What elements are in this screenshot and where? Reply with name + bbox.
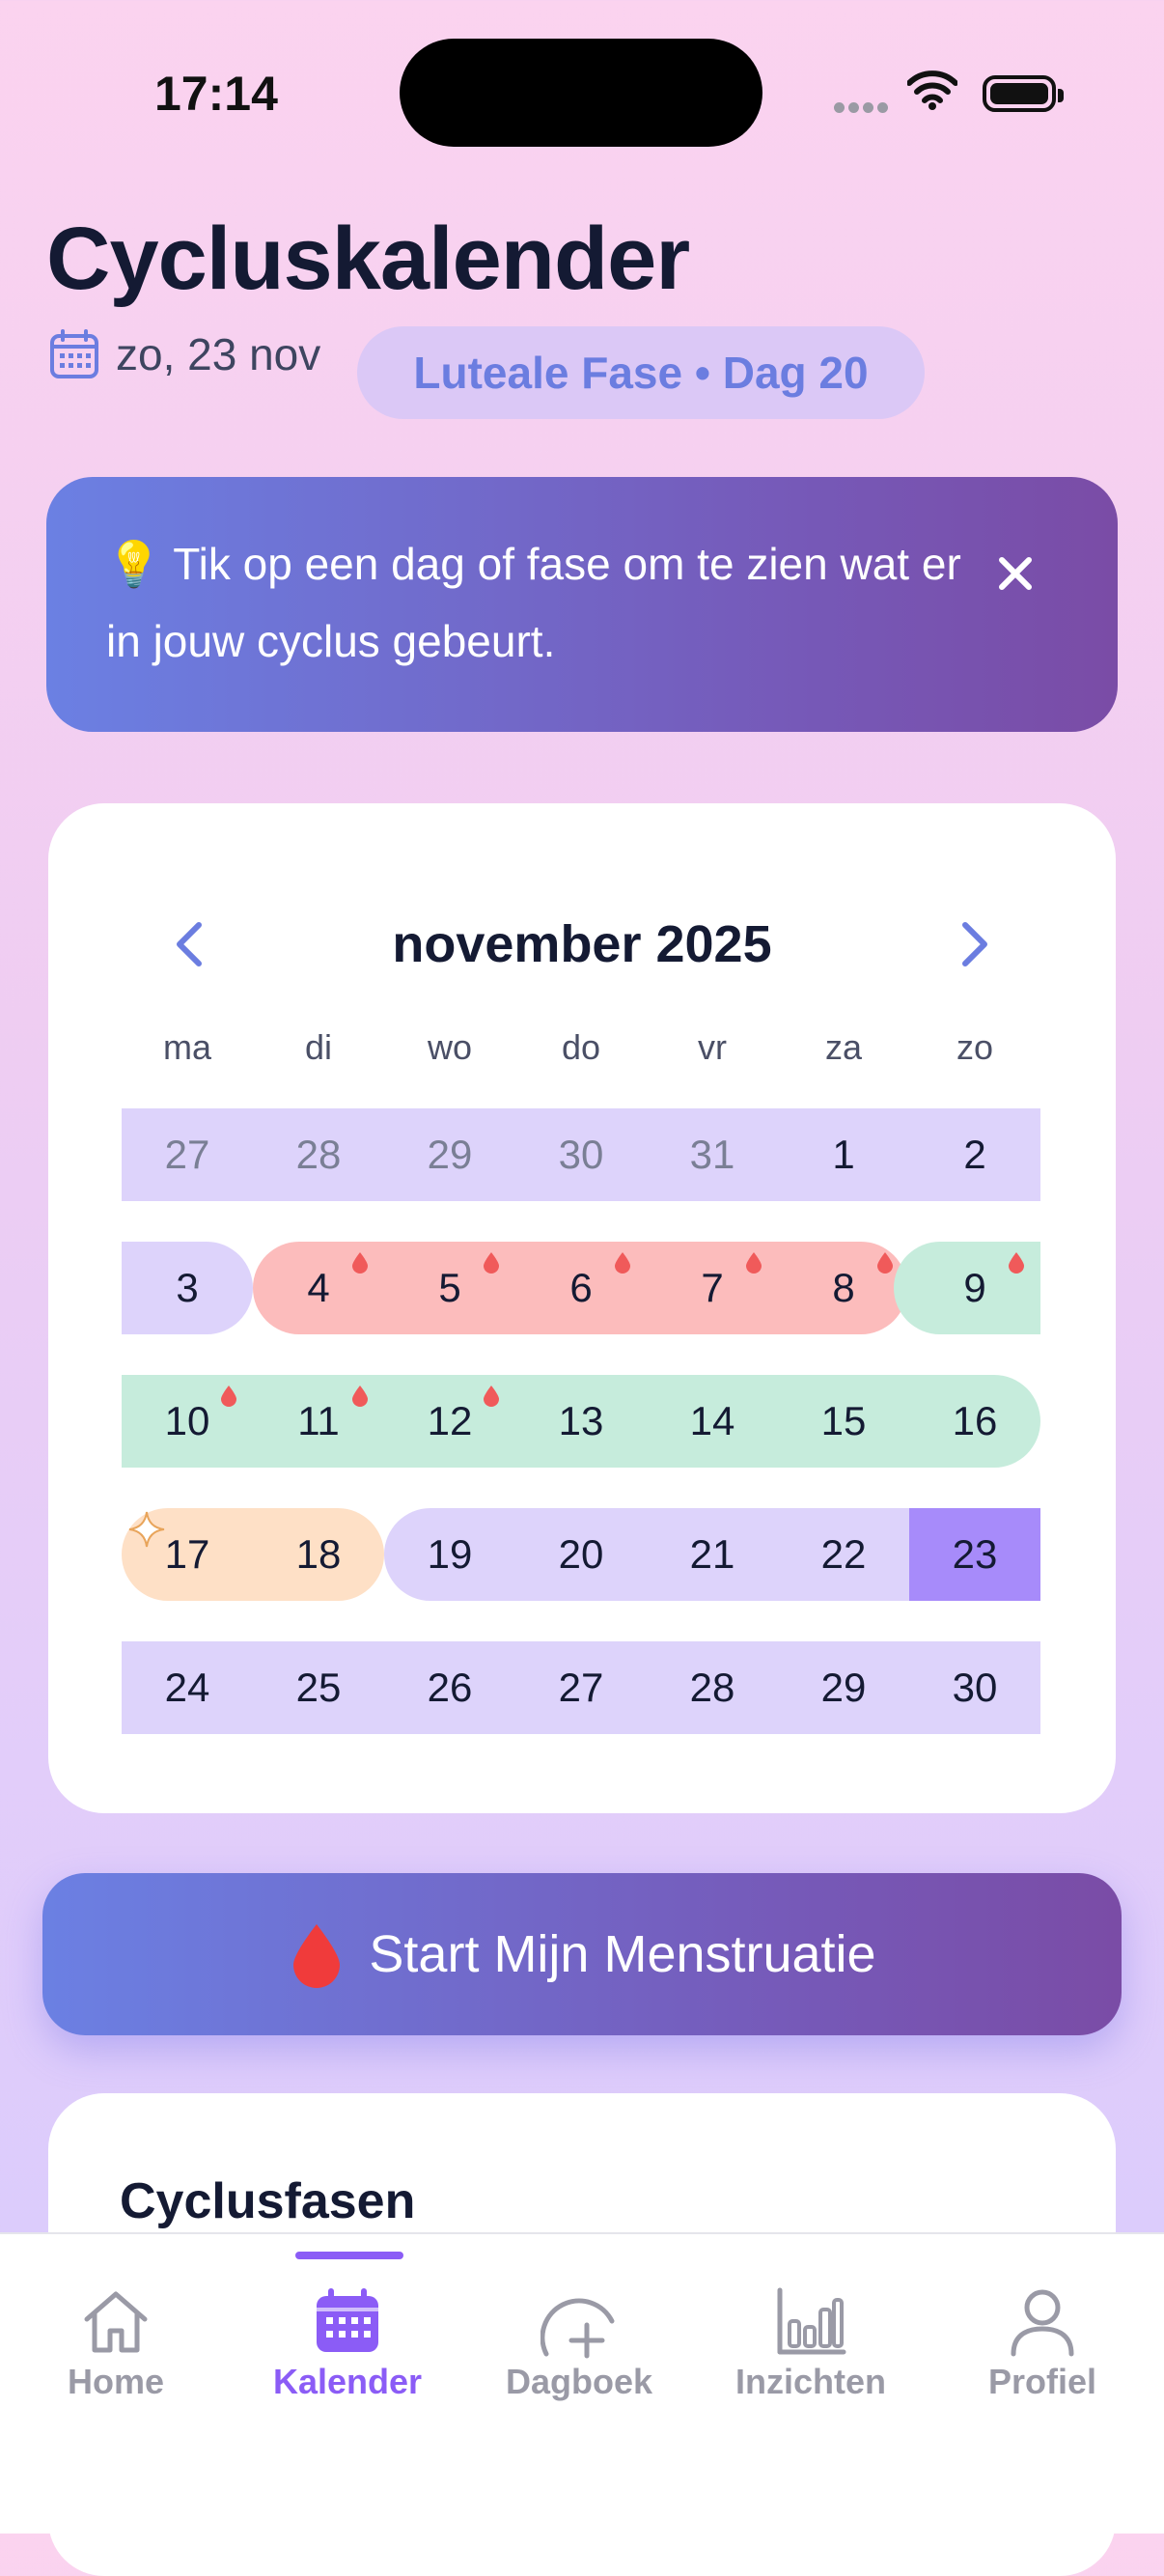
journal-plus-icon (540, 2298, 615, 2359)
tab-label-kalender: Kalender (272, 2362, 423, 2401)
current-date: zo, 23 nov (116, 329, 321, 379)
calendar-day[interactable]: 16 (909, 1375, 1040, 1468)
calendar-day[interactable]: 2 (909, 1108, 1040, 1201)
tab-label-profiel: Profiel (987, 2362, 1097, 2401)
calendar-day[interactable]: 27 (515, 1641, 647, 1734)
calendar-day[interactable]: 3 (122, 1242, 253, 1334)
calendar-day[interactable]: 26 (384, 1641, 515, 1734)
period-drop-icon (352, 1252, 368, 1274)
period-drop-icon (615, 1252, 630, 1274)
hint-text: 💡 Tik op een dag of fase om te zien wat … (106, 539, 961, 666)
calendar-day[interactable]: 25 (253, 1641, 384, 1734)
weekday-do: do (561, 1027, 601, 1067)
calendar-day[interactable]: 29 (778, 1641, 909, 1734)
chart-icon (777, 2287, 846, 2355)
date-row: zo, 23 nov (48, 328, 320, 380)
calendar-day[interactable]: 1 (778, 1108, 909, 1201)
status-time: 17:14 (154, 67, 278, 121)
calendar-day[interactable]: 28 (647, 1641, 778, 1734)
close-icon[interactable] (986, 545, 1044, 602)
period-drop-icon (352, 1386, 368, 1407)
period-drop-icon (1009, 1252, 1024, 1274)
start-period-label: Start Mijn Menstruatie (369, 1925, 876, 1983)
period-drop-icon (221, 1386, 236, 1407)
tab-label-home: Home (67, 2362, 165, 2401)
period-drop-icon (746, 1252, 762, 1274)
weekday-zo: zo (956, 1027, 994, 1067)
blood-drop-icon (293, 1924, 341, 1988)
weekday-ma: ma (162, 1027, 211, 1067)
calendar-day[interactable]: 27 (122, 1108, 253, 1201)
calendar-day[interactable]: 13 (515, 1375, 647, 1468)
tab-dagboek[interactable]: Dagboek (463, 2282, 695, 2402)
profile-icon (1011, 2289, 1074, 2357)
calendar-day[interactable]: 30 (909, 1641, 1040, 1734)
calendar-icon (317, 2288, 378, 2352)
weekday-wo: wo (427, 1027, 473, 1067)
calendar-day[interactable]: 30 (515, 1108, 647, 1201)
next-month-icon[interactable] (944, 915, 1002, 973)
start-period-button[interactable]: Start Mijn Menstruatie (42, 1873, 1122, 2035)
calendar-card: november 2025 ma di wo do vr za zo 27 28 29 30 31 1 2… (48, 803, 1116, 1813)
dynamic-island (400, 39, 762, 147)
signal-dots-icon (834, 100, 892, 118)
tab-label-inzichten: Inzichten (734, 2362, 886, 2401)
calendar-day[interactable]: 23 (909, 1508, 1040, 1601)
hint-banner: 💡 Tik op een dag of fase om te zien wat … (46, 477, 1118, 732)
calendar-day[interactable]: 29 (384, 1108, 515, 1201)
lightbulb-icon: 💡 (106, 539, 162, 589)
period-drop-icon (484, 1252, 499, 1274)
tab-kalender[interactable]: Kalender (232, 2282, 463, 2402)
tab-label-dagboek: Dagboek (505, 2362, 653, 2401)
calendar-day[interactable]: 18 (253, 1508, 384, 1601)
calendar-day[interactable]: 14 (647, 1375, 778, 1468)
calendar-small-icon (50, 329, 98, 378)
calendar-day[interactable]: 20 (515, 1508, 647, 1601)
calendar-day[interactable]: 28 (253, 1108, 384, 1201)
calendar-day[interactable]: 21 (647, 1508, 778, 1601)
phase-badge[interactable]: Luteale Fase • Dag 20 (357, 326, 925, 419)
period-drop-icon (877, 1252, 893, 1274)
home-icon (84, 2291, 148, 2353)
weekday-vr: vr (698, 1027, 727, 1067)
active-tab-indicator (295, 2252, 403, 2259)
cycle-phases-title: Cyclusfasen (120, 2173, 416, 2229)
calendar-day[interactable]: 31 (647, 1108, 778, 1201)
battery-icon (983, 75, 1064, 112)
page-title: Cycluskalender (46, 210, 690, 308)
period-drop-icon (484, 1386, 499, 1407)
calendar-day[interactable]: 15 (778, 1375, 909, 1468)
weekday-za: za (824, 1027, 863, 1067)
tab-inzichten[interactable]: Inzichten (695, 2282, 927, 2402)
wifi-icon (907, 70, 957, 110)
tab-bar: Home Kalender Dagboek Inzichten Profiel (0, 2232, 1164, 2534)
calendar-day[interactable]: 24 (122, 1641, 253, 1734)
calendar-day[interactable]: 22 (778, 1508, 909, 1601)
tab-profiel[interactable]: Profiel (927, 2282, 1158, 2402)
tab-home[interactable]: Home (0, 2282, 232, 2402)
weekday-di: di (304, 1027, 333, 1067)
calendar-day[interactable]: 19 (384, 1508, 515, 1601)
sparkle-icon (128, 1511, 165, 1548)
